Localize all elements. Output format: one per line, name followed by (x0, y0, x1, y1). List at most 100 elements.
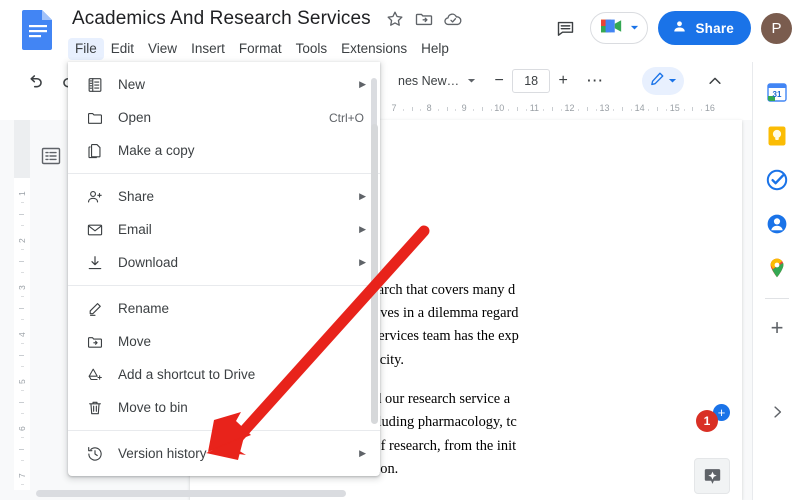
document-outline-icon[interactable] (36, 142, 66, 170)
menu-item-move[interactable]: Move (68, 325, 380, 358)
menu-view[interactable]: View (141, 38, 184, 60)
menu-help[interactable]: Help (414, 38, 456, 60)
menu-item-label: Move (118, 334, 370, 349)
menu-item-version-history[interactable]: Version history ▶ (68, 437, 380, 470)
document-vertical-scrollbar[interactable] (371, 124, 378, 424)
menu-separator (68, 430, 380, 431)
vruler-minor-tick (19, 402, 24, 403)
vruler-minor-tick (21, 484, 24, 485)
menu-tools[interactable]: Tools (289, 38, 335, 60)
font-family-selector[interactable]: nes New… (392, 70, 482, 92)
app-header: Academics And Research Services (0, 0, 800, 62)
submenu-arrow-icon: ▶ (359, 257, 370, 268)
collapse-toolbar-button[interactable] (704, 70, 726, 92)
menu-item-download[interactable]: Download ▶ (68, 246, 380, 279)
vruler-mark-6: 6 (17, 426, 27, 431)
ruler-mark-9: 9 (462, 103, 467, 113)
google-keep-icon[interactable] (765, 124, 789, 148)
vruler-minor-tick (21, 460, 24, 461)
google-docs-window: Academics And Research Services (0, 0, 800, 500)
horizontal-scrollbar[interactable] (36, 490, 346, 497)
vruler-minor-tick (21, 390, 24, 391)
font-size-decrease-button[interactable]: − (488, 70, 510, 92)
font-size-input[interactable]: 18 (512, 69, 550, 93)
menu-item-make-a-copy[interactable]: Make a copy (68, 134, 380, 167)
ruler-mark-11: 11 (530, 103, 539, 113)
vruler-mark-2: 2 (17, 238, 27, 243)
vruler-mark-1: 1 (17, 191, 27, 196)
google-tasks-icon[interactable] (765, 168, 789, 192)
vruler-mark-3: 3 (17, 285, 27, 290)
ruler-tick (482, 107, 483, 111)
rename-pencil-icon (84, 298, 106, 320)
ruler-mark-8: 8 (427, 103, 432, 113)
comment-count-badge[interactable]: 1 (696, 410, 718, 432)
editing-mode-button[interactable] (642, 67, 684, 95)
menu-item-label: Download (118, 255, 359, 270)
vruler-minor-tick (19, 449, 24, 450)
document-title[interactable]: Academics And Research Services (72, 8, 371, 30)
share-person-add-icon (84, 186, 106, 208)
ruler-minor-tick (631, 109, 632, 111)
submenu-arrow-icon: ▶ (359, 79, 370, 90)
google-contacts-icon[interactable] (765, 212, 789, 236)
vruler-minor-tick (21, 437, 24, 438)
file-menu-popup[interactable]: New ▶ Open Ctrl+O Make a copy (68, 62, 380, 476)
menu-item-rename[interactable]: Rename (68, 292, 380, 325)
add-side-panel-button[interactable]: + (765, 316, 789, 340)
submenu-arrow-icon: ▶ (359, 224, 370, 235)
chevron-down-icon (668, 72, 677, 90)
menu-item-shortcut: Ctrl+O (329, 111, 370, 125)
title-row: Academics And Research Services (72, 4, 463, 34)
edit-pencil-icon (649, 70, 666, 92)
submenu-arrow-icon: ▶ (359, 191, 370, 202)
menu-separator (68, 285, 380, 286)
star-icon[interactable] (385, 9, 405, 29)
menu-item-new[interactable]: New ▶ (68, 68, 380, 101)
menu-insert[interactable]: Insert (184, 38, 232, 60)
menu-separator (68, 173, 380, 174)
undo-icon[interactable] (24, 70, 46, 92)
menu-item-label: Email (118, 222, 359, 237)
menu-file[interactable]: File (68, 38, 104, 60)
menu-item-label: Share (118, 189, 359, 204)
drive-shortcut-icon (84, 364, 106, 386)
menu-item-move-to-bin[interactable]: Move to bin (68, 391, 380, 424)
menu-item-email[interactable]: Email ▶ (68, 213, 380, 246)
comment-icon[interactable] (550, 13, 580, 43)
font-size-stepper: − 18 + (488, 69, 574, 93)
vertical-ruler[interactable]: 1234567 (14, 120, 30, 490)
ruler-mark-15: 15 (670, 103, 680, 113)
submenu-arrow-icon: ▶ (359, 448, 370, 459)
ruler-tick (552, 107, 553, 111)
vruler-minor-tick (19, 355, 24, 356)
move-to-folder-icon[interactable] (414, 9, 434, 29)
ruler-mark-14: 14 (635, 103, 645, 113)
font-size-increase-button[interactable]: + (552, 70, 574, 92)
chevron-right-icon[interactable] (765, 400, 789, 424)
menu-format[interactable]: Format (232, 38, 289, 60)
share-button[interactable]: Share (658, 11, 751, 45)
google-meet-button[interactable] (590, 12, 648, 44)
ruler-minor-tick (473, 109, 474, 111)
google-maps-icon[interactable] (765, 256, 789, 280)
font-family-value: nes New… (398, 74, 459, 88)
menu-item-add-shortcut-to-drive[interactable]: Add a shortcut to Drive (68, 358, 380, 391)
menu-item-share[interactable]: Share ▶ (68, 180, 380, 213)
avatar[interactable]: P (761, 13, 792, 44)
ruler-minor-tick (491, 109, 492, 111)
cloud-saved-icon[interactable] (443, 9, 463, 29)
menu-item-open[interactable]: Open Ctrl+O (68, 101, 380, 134)
vruler-minor-tick (21, 343, 24, 344)
horizontal-ruler[interactable]: 78910111213141516 (380, 100, 752, 120)
menu-extensions[interactable]: Extensions (334, 38, 414, 60)
ruler-tick (657, 107, 658, 111)
editing-tools-icon[interactable] (694, 458, 730, 494)
ruler-minor-tick (526, 109, 527, 111)
google-calendar-icon[interactable]: 31 (765, 80, 789, 104)
menu-edit[interactable]: Edit (104, 38, 141, 60)
docs-logo-icon[interactable] (20, 8, 56, 52)
more-toolbar-options-button[interactable]: ⋯ (580, 71, 610, 91)
vruler-minor-tick (21, 272, 24, 273)
vruler-minor-tick (21, 413, 24, 414)
